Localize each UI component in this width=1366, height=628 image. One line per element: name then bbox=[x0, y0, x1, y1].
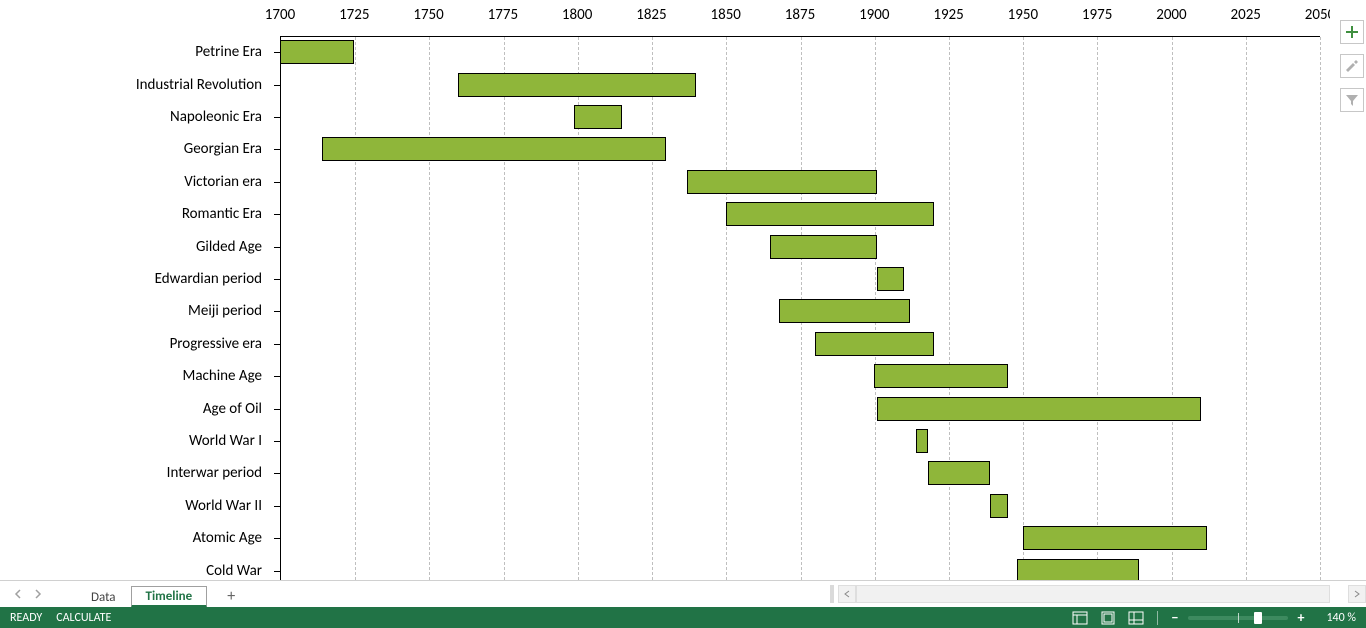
y-category-label: Cold War bbox=[206, 562, 270, 580]
tab-split-handle[interactable] bbox=[830, 585, 834, 603]
x-tick-label: 1900 bbox=[859, 6, 889, 24]
y-category-label: World War I bbox=[189, 432, 270, 450]
status-bar: READY CALCULATE − + 140 % bbox=[0, 607, 1366, 628]
y-category-label: Machine Age bbox=[183, 367, 271, 385]
x-tick-label: 1950 bbox=[1008, 6, 1038, 24]
y-category-label: Progressive era bbox=[170, 335, 270, 353]
bar[interactable] bbox=[687, 170, 877, 194]
bar[interactable] bbox=[815, 332, 934, 356]
bar[interactable] bbox=[916, 429, 928, 453]
x-tick-label: 1725 bbox=[339, 6, 369, 24]
bar[interactable] bbox=[990, 494, 1008, 518]
chart-bars bbox=[280, 36, 1320, 580]
view-page-break-button[interactable] bbox=[1125, 608, 1147, 628]
chart-styles-button[interactable] bbox=[1340, 54, 1364, 78]
sheet-tab[interactable]: Timeline bbox=[131, 586, 208, 608]
sheet-tab[interactable]: Data bbox=[76, 586, 131, 608]
grid-line bbox=[1320, 37, 1321, 580]
horizontal-scroll-region bbox=[826, 580, 1366, 607]
bar[interactable] bbox=[280, 40, 354, 64]
bar[interactable] bbox=[928, 461, 990, 485]
y-category-label: Victorian era bbox=[184, 173, 270, 191]
hscroll-left-button[interactable] bbox=[838, 585, 856, 603]
tabs: DataTimeline bbox=[76, 581, 207, 607]
workspace: 1700 1725 1750 1775 1800 1825 1850 1875 1900 1925… bbox=[0, 0, 1366, 628]
y-category-label: Meiji period bbox=[188, 302, 270, 320]
bar[interactable] bbox=[574, 105, 622, 129]
zoom-label[interactable]: 140 % bbox=[1314, 611, 1356, 625]
x-tick-label: 1850 bbox=[710, 6, 740, 24]
y-category-label: Edwardian period bbox=[155, 270, 270, 288]
tab-nav bbox=[0, 581, 56, 607]
bar[interactable] bbox=[458, 73, 696, 97]
x-tick-label: 1825 bbox=[636, 6, 666, 24]
tab-nav-prev[interactable] bbox=[10, 586, 26, 602]
x-tick-label: 1750 bbox=[413, 6, 443, 24]
y-category-label: Industrial Revolution bbox=[136, 76, 270, 94]
tab-nav-next[interactable] bbox=[30, 586, 46, 602]
y-category-label: Interwar period bbox=[167, 464, 270, 482]
y-category-label: Petrine Era bbox=[195, 43, 270, 61]
bar[interactable] bbox=[322, 137, 667, 161]
view-page-layout-button[interactable] bbox=[1097, 608, 1119, 628]
bar[interactable] bbox=[1023, 526, 1207, 550]
bar[interactable] bbox=[779, 299, 910, 323]
x-tick-label: 1875 bbox=[785, 6, 815, 24]
y-category-label: Atomic Age bbox=[193, 529, 270, 547]
y-category-label: Romantic Era bbox=[182, 205, 270, 223]
status-ready: READY bbox=[10, 611, 42, 625]
view-normal-button[interactable] bbox=[1069, 608, 1091, 628]
hscroll-track[interactable] bbox=[856, 585, 1330, 603]
zoom-slider-thumb[interactable] bbox=[1254, 612, 1262, 624]
chart-filters-button[interactable] bbox=[1340, 88, 1364, 112]
x-axis-labels: 1700172517501775180018251850187519001925… bbox=[280, 6, 1320, 30]
bar[interactable] bbox=[874, 364, 1008, 388]
add-sheet-button[interactable]: + bbox=[219, 585, 243, 607]
x-tick-label: 2025 bbox=[1230, 6, 1260, 24]
y-category-label: Age of Oil bbox=[203, 400, 270, 418]
y-category-label: Gilded Age bbox=[196, 238, 270, 256]
bar[interactable] bbox=[726, 202, 934, 226]
bar[interactable] bbox=[877, 397, 1201, 421]
chart-container[interactable]: 1700 1725 1750 1775 1800 1825 1850 1875 1900 1925… bbox=[10, 0, 1330, 580]
x-tick-label: 1800 bbox=[562, 6, 592, 24]
y-category-label: World War II bbox=[185, 497, 270, 515]
bar[interactable] bbox=[770, 235, 877, 259]
bar[interactable] bbox=[877, 267, 904, 291]
y-category-label: Napoleonic Era bbox=[170, 108, 270, 126]
x-tick-label: 2000 bbox=[1156, 6, 1186, 24]
x-tick-label: 1975 bbox=[1082, 6, 1112, 24]
zoom-slider[interactable] bbox=[1188, 616, 1288, 620]
zoom-out-button[interactable]: − bbox=[1168, 611, 1182, 625]
x-tick-label: 1925 bbox=[933, 6, 963, 24]
chart-elements-button[interactable] bbox=[1340, 20, 1364, 44]
x-tick-label: 2050 bbox=[1305, 6, 1330, 24]
x-tick-label: 1775 bbox=[488, 6, 518, 24]
y-category-label: Georgian Era bbox=[184, 140, 270, 158]
chart-side-toolbar bbox=[1340, 20, 1364, 112]
bar[interactable] bbox=[1017, 559, 1139, 580]
x-tick-label: 1700 bbox=[265, 6, 295, 24]
status-calculate[interactable]: CALCULATE bbox=[56, 611, 111, 625]
zoom-in-button[interactable]: + bbox=[1294, 611, 1308, 625]
hscroll-right-button[interactable] bbox=[1348, 585, 1366, 603]
